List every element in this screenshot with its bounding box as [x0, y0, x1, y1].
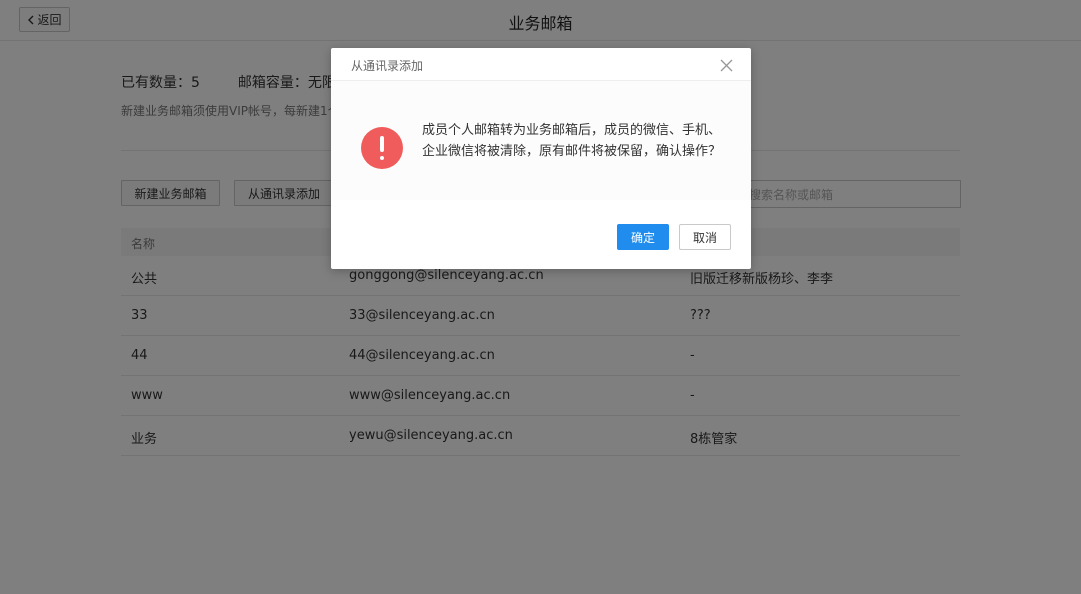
dialog-header: 从通讯录添加: [331, 48, 751, 81]
confirm-dialog: 从通讯录添加 成员个人邮箱转为业务邮箱后，成员的微信、手机、企业微信将被清除，原…: [331, 48, 751, 269]
confirm-button[interactable]: 确定: [617, 224, 669, 250]
page: 返回 业务邮箱 已有数量：5邮箱容量：无限 新建业务邮箱须使用VIP帐号，每新建…: [0, 0, 1081, 594]
close-icon[interactable]: [720, 59, 733, 72]
warning-icon: [361, 127, 403, 169]
dialog-body: 成员个人邮箱转为业务邮箱后，成员的微信、手机、企业微信将被清除，原有邮件将被保留…: [331, 81, 751, 200]
dialog-message: 成员个人邮箱转为业务邮箱后，成员的微信、手机、企业微信将被清除，原有邮件将被保留…: [422, 123, 722, 159]
cancel-button[interactable]: 取消: [679, 224, 731, 250]
dialog-title: 从通讯录添加: [351, 59, 424, 73]
